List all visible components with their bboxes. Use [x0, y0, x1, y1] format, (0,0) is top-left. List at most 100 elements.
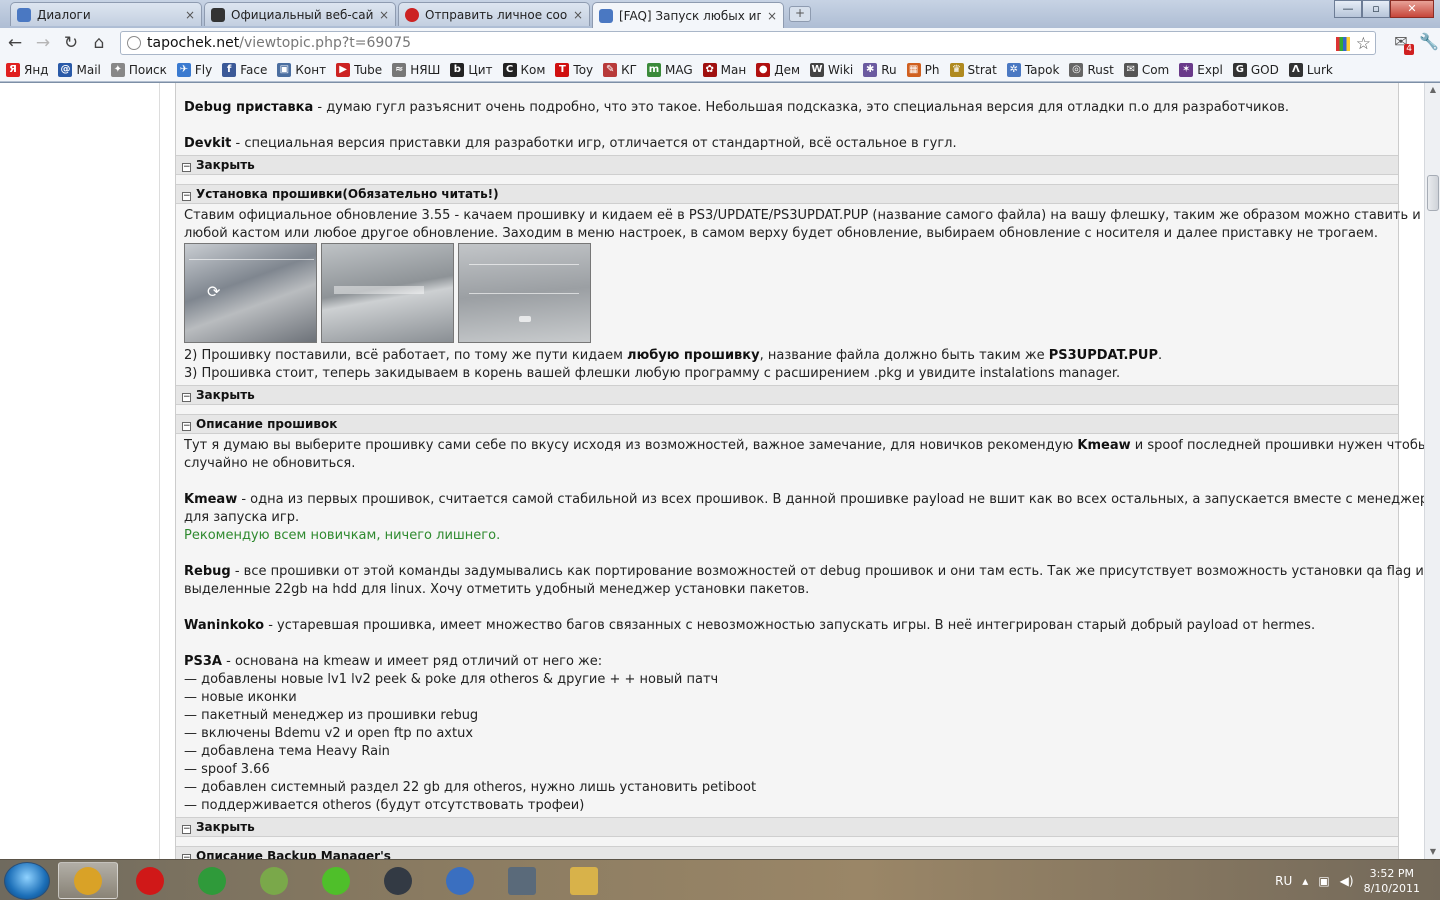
minimize-button[interactable]: —: [1334, 0, 1362, 18]
taskbar-tool[interactable]: [244, 862, 304, 899]
spoiler-header-install[interactable]: − Установка прошивки(Обязательно читать!): [176, 184, 1398, 204]
tab-official-site[interactable]: Официальный веб-сайт Pl ×: [204, 2, 396, 26]
desc-line-2: случайно не обновиться.: [184, 456, 356, 471]
taskbar-steam[interactable]: [368, 862, 428, 899]
bookmark-favicon-icon: ▶: [336, 62, 351, 77]
kmeaw-recommendation: Рекомендую всем новичкам, ничего лишнего…: [184, 528, 501, 543]
start-button[interactable]: [4, 862, 50, 900]
control-icon: [508, 866, 536, 895]
taskbar-opera[interactable]: [120, 862, 180, 899]
bookmark-кг[interactable]: ✎ КГ: [603, 62, 637, 77]
home-button[interactable]: ⌂: [86, 31, 112, 55]
taskbar-chrome[interactable]: [58, 862, 118, 899]
bookmark-tube[interactable]: ▶ Tube: [336, 62, 382, 77]
spoiler-close-bar[interactable]: − Закрыть: [176, 817, 1398, 837]
wrench-menu-icon[interactable]: 🔧: [1418, 31, 1440, 53]
tab-dialogs[interactable]: Диалоги ×: [10, 2, 202, 26]
bookmark-label: КГ: [621, 62, 637, 77]
mail-count-badge: 4: [1404, 44, 1414, 55]
back-button[interactable]: ←: [2, 31, 28, 55]
maximize-button[interactable]: ▫: [1362, 0, 1390, 18]
bookmark-цит[interactable]: b Цит: [450, 62, 493, 77]
tool-icon: [260, 866, 288, 895]
clock[interactable]: 3:52 PM 8/10/2011: [1364, 866, 1420, 896]
ps3-version-screenshot[interactable]: [458, 243, 591, 343]
bookmark-favicon-icon: ▣: [277, 62, 292, 77]
tab-faq[interactable]: [FAQ] Запуск любых игр и ×: [592, 2, 784, 28]
reload-button[interactable]: ↻: [58, 31, 84, 55]
spoiler-header-backup[interactable]: − Описание Backup Manager's: [176, 846, 1398, 859]
bookmark-com[interactable]: ✉ Com: [1123, 62, 1169, 77]
rebug-paragraph: Rebug - все прошивки от этой команды зад…: [184, 563, 1424, 581]
bookmark-конт[interactable]: ▣ Конт: [277, 62, 326, 77]
bookmark-няш[interactable]: ≈ НЯШ: [392, 62, 441, 77]
mail-notifier-icon[interactable]: ✉ 4: [1390, 31, 1414, 55]
volume-icon[interactable]: ◀): [1340, 874, 1354, 888]
bookmark-label: Ru: [881, 62, 897, 77]
bookmark-favicon-icon: Λ: [1288, 62, 1303, 77]
ps3-update-screenshot[interactable]: [321, 243, 454, 343]
forward-button[interactable]: →: [30, 31, 56, 55]
ps3a-item: — поддерживается otheros (будут отсутств…: [184, 798, 585, 813]
bookmark-ком[interactable]: C Ком: [502, 62, 545, 77]
ok-button-shape: [519, 316, 531, 322]
tab-favicon-icon: [599, 8, 613, 23]
bookmark-expl[interactable]: ✶ Expl: [1179, 62, 1223, 77]
tab-close-icon[interactable]: ×: [573, 8, 583, 22]
taskbar-icq[interactable]: [306, 862, 366, 899]
scroll-up-icon[interactable]: ▲: [1425, 83, 1440, 97]
tab-close-icon[interactable]: ×: [379, 8, 389, 22]
spoiler-header-firmwares[interactable]: − Описание прошивок: [176, 414, 1398, 434]
bookmark-strat[interactable]: ♛ Strat: [949, 62, 997, 77]
extension-icon[interactable]: [1335, 37, 1350, 51]
language-indicator[interactable]: RU: [1275, 874, 1292, 888]
bookmark-tapok[interactable]: ✲ Tapok: [1006, 62, 1059, 77]
address-bar[interactable]: tapochek.net/viewtopic.php?t=69075 ☆: [120, 31, 1376, 55]
network-icon[interactable]: ▣: [1318, 874, 1329, 888]
bookmark-favicon-icon: ≈: [392, 62, 407, 77]
bookmark-ru[interactable]: ✱ Ru: [863, 62, 897, 77]
post-content: Debug приставка - думаю гугл разъяснит о…: [175, 83, 1424, 859]
tray-expand-icon[interactable]: ▴: [1302, 874, 1308, 888]
bookmark-поиск[interactable]: ✦ Поиск: [110, 62, 167, 77]
rebug-title: Rebug: [184, 564, 231, 579]
tab-send-message[interactable]: Отправить личное сообщ ×: [398, 2, 590, 26]
taskbar-explorer[interactable]: [554, 862, 614, 899]
bookmark-label: Face: [240, 62, 268, 77]
taskbar-itunes[interactable]: [430, 862, 490, 899]
bookmark-label: GOD: [1250, 62, 1279, 77]
bookmark-label: Ман: [720, 62, 747, 77]
waninkoko-paragraph: Waninkoko - устаревшая прошивка, имеет м…: [184, 617, 1315, 635]
bookmark-label: Lurk: [1306, 62, 1333, 77]
taskbar-utorrent[interactable]: [182, 862, 242, 899]
close-window-button[interactable]: ✕: [1390, 0, 1434, 18]
bookmark-янд[interactable]: Я Янд: [6, 62, 48, 77]
bookmark-wiki[interactable]: W Wiki: [810, 62, 853, 77]
bookmark-дем[interactable]: ● Дем: [756, 62, 800, 77]
bookmark-lurk[interactable]: Λ Lurk: [1288, 62, 1333, 77]
bookmark-toy[interactable]: T Toy: [555, 62, 593, 77]
bookmark-label: НЯШ: [410, 62, 441, 77]
scroll-down-icon[interactable]: ▼: [1425, 845, 1440, 859]
bookmark-ман[interactable]: ✿ Ман: [702, 62, 747, 77]
bookmark-mag[interactable]: m MAG: [647, 62, 693, 77]
spoiler-close-bar[interactable]: − Закрыть: [176, 155, 1398, 175]
vertical-scrollbar[interactable]: ▲ ▼: [1424, 83, 1440, 859]
bookmark-favicon-icon: G: [1232, 62, 1247, 77]
bookmark-ph[interactable]: ▦ Ph: [906, 62, 940, 77]
install-line-3: 2) Прошивку поставили, всё работает, по …: [184, 347, 1162, 365]
bookmark-rust[interactable]: ◎ Rust: [1069, 62, 1114, 77]
bookmark-star-icon[interactable]: ☆: [1356, 34, 1371, 54]
new-tab-button[interactable]: +: [789, 6, 811, 22]
tab-close-icon[interactable]: ×: [767, 9, 777, 23]
bookmark-face[interactable]: f Face: [222, 62, 268, 77]
tab-close-icon[interactable]: ×: [185, 8, 195, 22]
bookmark-mail[interactable]: @ Mail: [58, 62, 101, 77]
taskbar-control[interactable]: [492, 862, 552, 899]
bookmark-fly[interactable]: ✈ Fly: [176, 62, 212, 77]
bookmark-god[interactable]: G GOD: [1232, 62, 1279, 77]
devkit-paragraph: Devkit - специальная версия приставки дл…: [184, 135, 957, 153]
scroll-thumb[interactable]: [1427, 175, 1439, 211]
spoiler-close-bar[interactable]: − Закрыть: [176, 385, 1398, 405]
ps3-settings-screenshot[interactable]: ⟳: [184, 243, 317, 343]
